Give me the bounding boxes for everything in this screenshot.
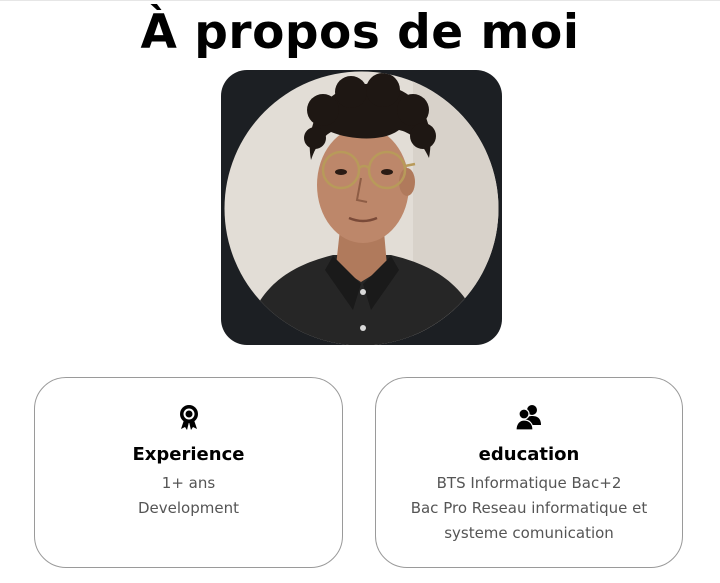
- experience-card: Experience 1+ ans Development: [34, 377, 343, 568]
- education-title: education: [478, 444, 580, 465]
- top-divider: [0, 0, 720, 1]
- education-line: Bac Pro Reseau informatique et: [410, 499, 648, 517]
- education-line: systeme comunication: [444, 524, 614, 542]
- education-line: BTS Informatique Bac+2: [436, 474, 622, 492]
- education-card: education BTS Informatique Bac+2 Bac Pro…: [375, 377, 683, 568]
- award-icon: [175, 403, 203, 431]
- experience-line: Development: [138, 499, 239, 517]
- profile-photo: [224, 71, 499, 345]
- page-title: À propos de moi: [140, 5, 580, 60]
- users-icon: [515, 403, 543, 431]
- education-details: BTS Informatique Bac+2 Bac Pro Reseau in…: [376, 471, 682, 546]
- experience-details: 1+ ans Development: [35, 471, 342, 521]
- profile-photo-frame: [221, 70, 502, 345]
- experience-title: Experience: [132, 444, 245, 465]
- experience-line: 1+ ans: [161, 474, 216, 492]
